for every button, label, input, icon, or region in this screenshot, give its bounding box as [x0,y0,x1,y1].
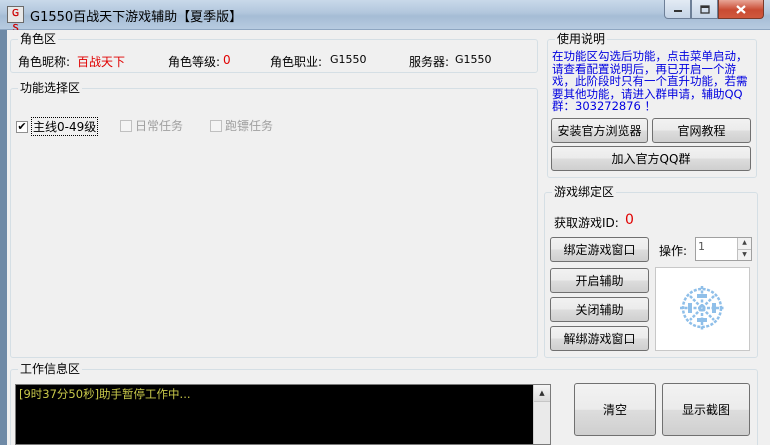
log-scrollbar[interactable]: ▲ [533,385,550,444]
window-controls [664,0,764,21]
checkmark-icon: ✔ [16,119,28,133]
escort-task-label: 跑镖任务 [225,119,274,133]
bind-game-window-button[interactable]: 绑定游戏窗口 [550,237,649,262]
minimize-icon [673,10,682,12]
log-line: [9时37分50秒]助手暂停工作中... [19,387,191,401]
usage-instructions: 在功能区勾选后功能，点击菜单启动，请查看配置说明后，再已开启一个游戏，此阶段时只… [552,49,748,113]
checkbox-box-icon [120,119,132,132]
job-label: 角色职业: [270,55,323,69]
close-button[interactable] [718,0,764,19]
main-window-client: 角色区 角色昵称: 百战天下 角色等级: 0 角色职业: G1550 服务器: … [7,30,770,445]
work-log[interactable]: [9时37分50秒]助手暂停工作中... ▲ [15,384,551,445]
unbind-game-window-button[interactable]: 解绑游戏窗口 [550,326,649,351]
minimize-button[interactable] [664,0,691,19]
scroll-up-icon[interactable]: ▲ [534,385,550,402]
main-quest-checkbox[interactable]: ✔ 主线0-49级 [16,117,99,136]
nickname-value: 百战天下 [77,55,126,69]
title-bar[interactable]: ＧＳ G1550百战天下游戏辅助【夏季版】 [0,0,770,34]
stop-assist-button[interactable]: 关闭辅助 [550,297,649,322]
usage-group-title: 使用说明 [555,32,608,46]
start-assist-button[interactable]: 开启辅助 [550,268,649,293]
tutorial-button[interactable]: 官网教程 [652,118,751,143]
level-label: 角色等级: [168,55,221,69]
daily-task-label: 日常任务 [135,119,184,133]
join-qq-group-button[interactable]: 加入官方QQ群 [551,146,751,171]
install-browser-button[interactable]: 安装官方浏览器 [551,118,648,143]
operation-value: 1 [698,240,705,253]
function-group-title: 功能选择区 [18,81,83,95]
main-quest-label: 主线0-49级 [31,117,99,136]
work-info-group-title: 工作信息区 [18,362,83,376]
level-value: 0 [223,53,231,67]
game-id-label: 获取游戏ID: [554,216,619,230]
server-label: 服务器: [409,55,450,69]
game-id-value: 0 [625,212,634,228]
show-screenshot-button[interactable]: 显示截图 [662,383,750,436]
server-value: G1550 [455,53,492,66]
operation-spinbox[interactable]: 1 ▲ ▼ [695,237,752,261]
spin-up-icon[interactable]: ▲ [738,238,751,249]
maximize-icon [699,4,710,14]
maximize-button[interactable] [691,0,718,19]
escort-task-checkbox[interactable]: 跑镖任务 [210,117,273,134]
role-group-title: 角色区 [18,32,59,46]
window-title: G1550百战天下游戏辅助【夏季版】 [30,10,243,25]
logo-panel [655,267,750,351]
nickname-label: 角色昵称: [18,55,71,69]
close-icon [736,4,746,14]
daily-task-checkbox[interactable]: 日常任务 [120,117,183,134]
operation-label: 操作: [659,244,688,258]
snowflake-emblem-icon [680,286,724,330]
clear-log-button[interactable]: 清空 [574,383,656,436]
spin-down-icon[interactable]: ▼ [738,249,751,260]
app-logo-icon: ＧＳ [7,6,24,34]
spin-arrows[interactable]: ▲ ▼ [737,238,751,260]
checkbox-box-icon [210,119,222,132]
job-value: G1550 [330,53,367,66]
binding-group-title: 游戏绑定区 [552,185,617,199]
